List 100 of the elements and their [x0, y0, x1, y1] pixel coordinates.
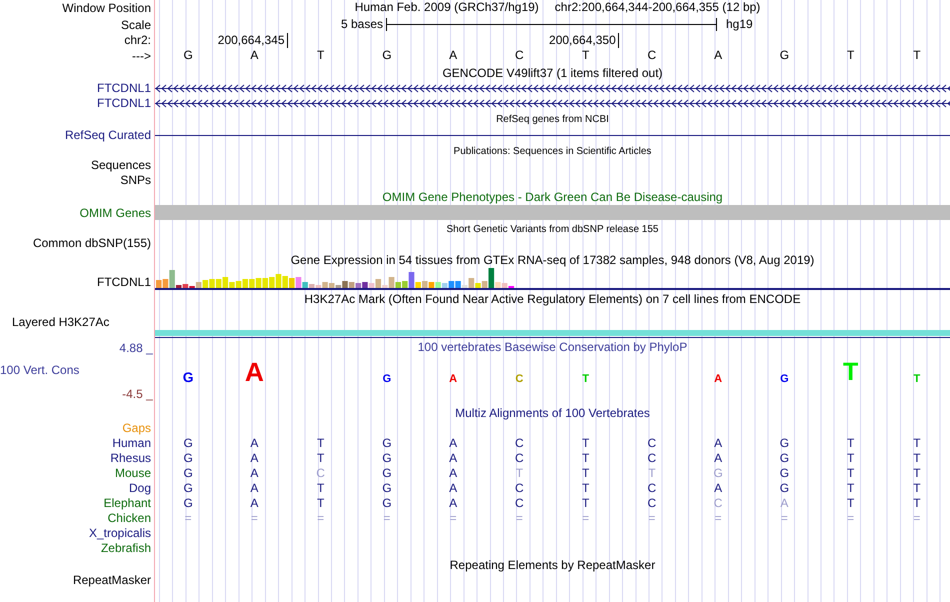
genome-label: hg19	[726, 17, 753, 32]
track-label: RefSeq Curated	[64, 128, 151, 143]
aligned-base: =	[714, 511, 722, 526]
coordinate-label: 200,664,345	[218, 33, 288, 48]
aligned-base: A	[780, 496, 788, 511]
aligned-base: G	[382, 481, 392, 496]
aligned-base: T	[846, 436, 854, 451]
aligned-base: G	[183, 466, 193, 481]
aligned-base: C	[316, 466, 325, 481]
logo-letter: G	[182, 371, 194, 385]
logo-letter: T	[914, 374, 920, 385]
aligned-base: A	[250, 481, 258, 496]
aligned-base: G	[183, 436, 193, 451]
aligned-base: G	[183, 496, 193, 511]
aligned-base: T	[582, 436, 590, 451]
aligned-base: C	[515, 496, 524, 511]
species-label: Mouse	[114, 466, 151, 480]
aligned-base: T	[913, 436, 921, 451]
track-label: OMIM Genes	[78, 206, 151, 221]
sequence-base: C	[515, 48, 524, 64]
aligned-base: C	[515, 436, 524, 451]
aligned-base: A	[250, 496, 258, 511]
track-title: H3K27Ac Mark (Often Found Near Active Regulatory Elements) on 7 cell lines from ENCODE	[304, 292, 801, 307]
aligned-base: A	[250, 466, 258, 481]
aligned-base: A	[449, 436, 458, 451]
aligned-base: T	[316, 481, 324, 496]
sequence-base: A	[449, 48, 458, 64]
assembly-text: Human Feb. 2009 (GRCh37/hg19)	[354, 0, 539, 15]
aligned-base: C	[648, 481, 656, 496]
aligned-base: T	[316, 451, 324, 466]
aligned-base: C	[648, 436, 656, 451]
aligned-base: T	[913, 481, 921, 496]
track-label: Layered H3K27Ac	[12, 315, 110, 330]
sequence-base: G	[780, 48, 790, 64]
track-label: FTCDNL1	[96, 96, 151, 111]
track-label: FTCDNL1	[96, 81, 151, 96]
species-label: Rhesus	[110, 451, 151, 465]
sequence-base: T	[913, 48, 921, 64]
track-label: Common dbSNP(155)	[32, 236, 151, 251]
sequence-base: T	[582, 48, 590, 64]
logo-letter: T	[842, 360, 858, 385]
aligned-base: G	[382, 436, 392, 451]
logo-letter: C	[515, 374, 524, 385]
track-label: Sequences	[90, 158, 151, 173]
aligned-base: =	[582, 511, 590, 526]
sequence-base: T	[846, 48, 854, 64]
aligned-base: T	[582, 481, 590, 496]
aligned-base: T	[846, 451, 854, 466]
track-label: FTCDNL1	[96, 275, 151, 290]
track-label: 100 Vert. Cons	[0, 362, 80, 378]
aligned-base: A	[714, 481, 722, 496]
aligned-base: A	[250, 436, 258, 451]
track-title: 100 vertebrates Basewise Conservation by PhyloP	[418, 340, 688, 355]
track-title: OMIM Gene Phenotypes - Dark Green Can Be Disease-causing	[382, 190, 723, 205]
aligned-base: C	[515, 451, 524, 466]
aligned-base: =	[450, 511, 457, 526]
aligned-base: T	[913, 496, 921, 511]
coordinate-label: 200,664,350	[549, 33, 619, 48]
logo-letter: G	[780, 374, 789, 385]
aligned-base: C	[515, 481, 524, 496]
aligned-base: A	[449, 451, 458, 466]
logo-letter: A	[244, 358, 264, 385]
sequence-base: G	[183, 48, 193, 64]
species-label: X_tropicalis	[88, 526, 151, 540]
aligned-base: T	[316, 436, 324, 451]
aligned-base: G	[382, 466, 392, 481]
aligned-base: T	[316, 496, 324, 511]
aligned-base: G	[780, 451, 790, 466]
track-title: Multiz Alignments of 100 Vertebrates	[455, 406, 650, 421]
track-label: Window Position	[61, 1, 151, 16]
track-label: RepeatMasker	[72, 573, 151, 588]
track-title: Gene Expression in 54 tissues from GTEx RNA-seq of 17382 samples, 948 donors (V8, Aug 2019)	[290, 253, 814, 268]
logo-letter: T	[582, 374, 590, 385]
aligned-base: T	[582, 451, 590, 466]
aligned-base: C	[714, 496, 722, 511]
aligned-base: =	[913, 511, 920, 526]
sequence-base: A	[250, 48, 258, 64]
aligned-base: =	[184, 511, 192, 526]
track-title: Repeating Elements by RepeatMasker	[450, 558, 656, 573]
aligned-base: A	[449, 496, 458, 511]
aligned-base: =	[250, 511, 258, 526]
aligned-base: T	[582, 466, 590, 481]
species-label: Dog	[128, 481, 151, 495]
aligned-base: T	[846, 481, 854, 496]
logo-letter: A	[714, 374, 722, 385]
aligned-base: T	[846, 496, 854, 511]
aligned-base: T	[913, 451, 921, 466]
aligned-base: A	[449, 481, 458, 496]
aligned-base: G	[382, 496, 392, 511]
aligned-base: G	[780, 436, 790, 451]
aligned-base: G	[780, 481, 790, 496]
aligned-base: G	[183, 451, 193, 466]
position-range: chr2:200,664,344-200,664,355 (12 bp)	[554, 0, 760, 15]
species-label: Elephant	[104, 496, 151, 510]
aligned-base: =	[780, 511, 788, 526]
aligned-base: T	[648, 466, 656, 481]
track-label: Gaps	[121, 421, 151, 436]
scale-text: 5 bases	[340, 17, 383, 31]
axis-max-label: 4.88 _	[119, 341, 153, 356]
logo-letter: G	[382, 374, 392, 385]
